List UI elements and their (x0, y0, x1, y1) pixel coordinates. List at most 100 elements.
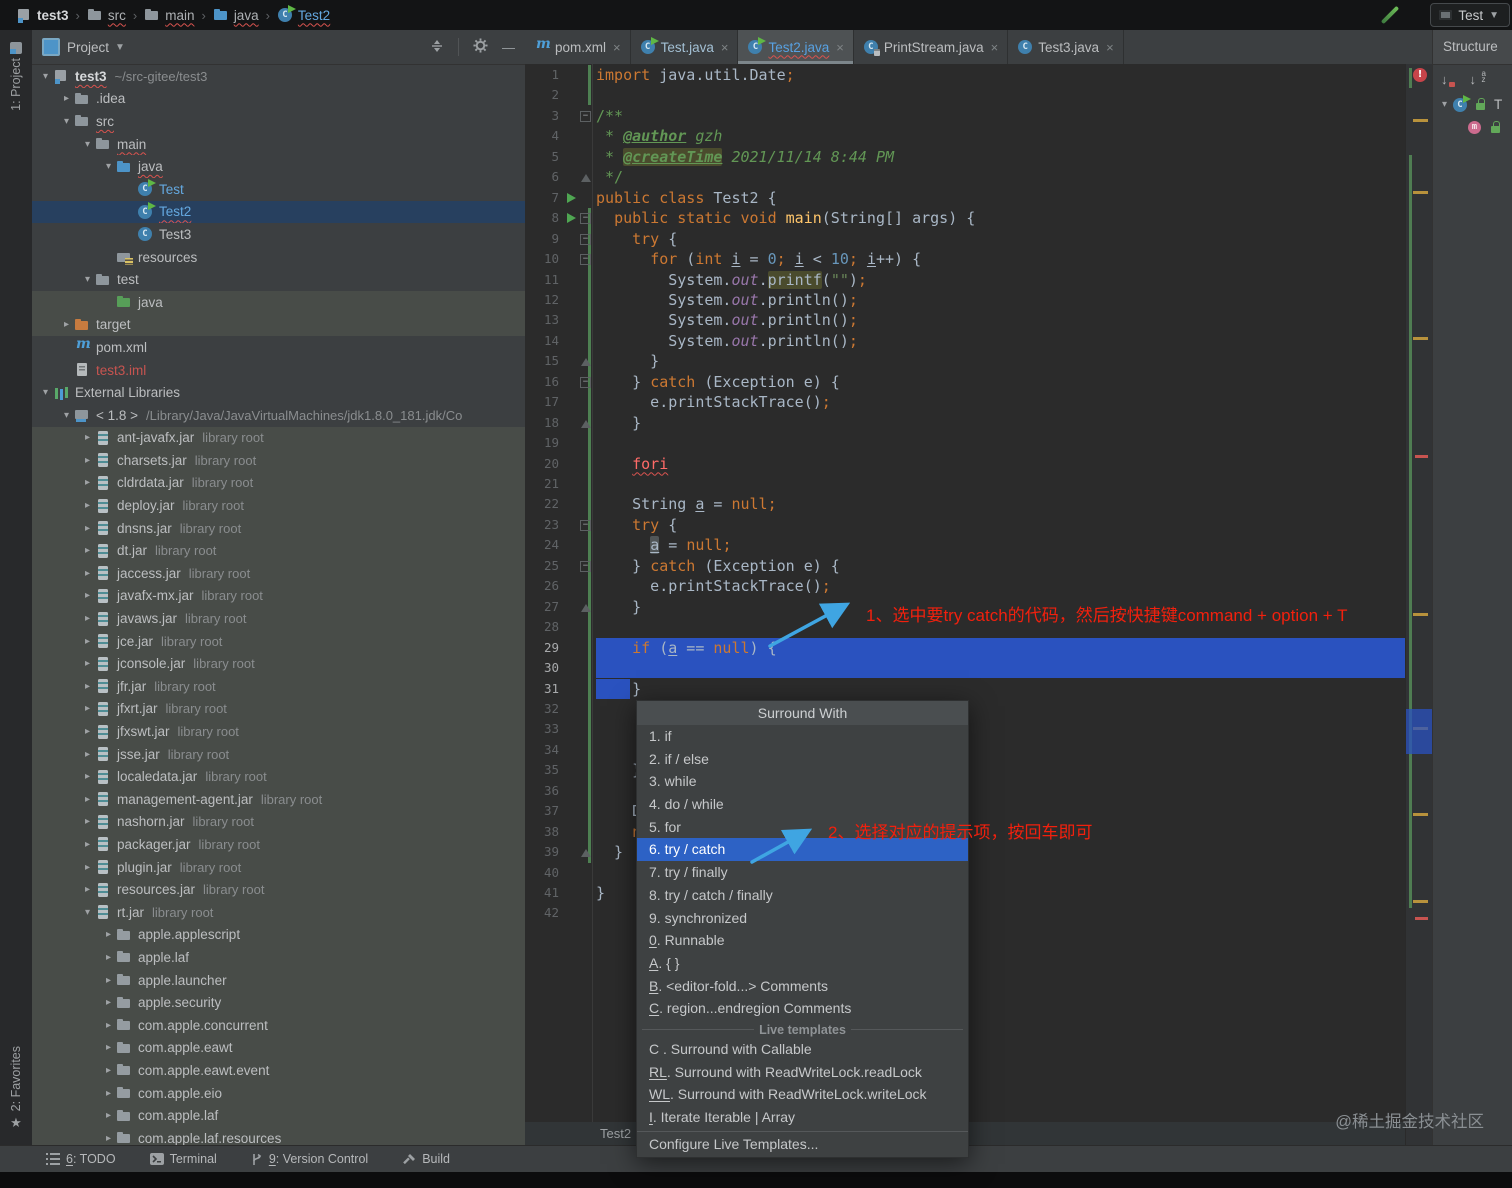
tree-row[interactable]: Test (32, 178, 525, 201)
tree-row[interactable]: ▸apple.laf (32, 946, 525, 969)
tree-row[interactable]: ▸charsets.jarlibrary root (32, 449, 525, 472)
hide-panel-icon[interactable]: — (502, 40, 515, 55)
marker-y[interactable] (1413, 613, 1428, 616)
marker-r[interactable] (1415, 917, 1428, 920)
code-line[interactable]: 1import java.util.Date; (525, 65, 1405, 85)
code-line[interactable]: 20 fori (525, 454, 1405, 474)
tree-row[interactable]: ▸jce.jarlibrary root (32, 630, 525, 653)
close-icon[interactable]: × (1106, 40, 1114, 55)
tree-row[interactable]: ▸ant-javafx.jarlibrary root (32, 427, 525, 450)
tab-pom.xml[interactable]: pom.xml× (525, 30, 631, 64)
marker-r[interactable] (1415, 455, 1428, 458)
marker-y[interactable] (1413, 191, 1428, 194)
popup-item[interactable]: 1. if (637, 725, 968, 748)
tree-row[interactable]: ▾java (32, 155, 525, 178)
breadcrumb-item[interactable]: Test2 (277, 7, 330, 23)
tree-row[interactable]: java (32, 291, 525, 314)
tree-row[interactable]: ▸javaws.jarlibrary root (32, 607, 525, 630)
popup-item[interactable]: 2. if / else (637, 748, 968, 771)
code-line[interactable]: 15 } (525, 351, 1405, 371)
tree-row[interactable]: ▸management-agent.jarlibrary root (32, 788, 525, 811)
code-line[interactable]: 14 System.out.println(); (525, 331, 1405, 351)
tree-row[interactable]: ▸com.apple.eawt (32, 1037, 525, 1060)
marker-g[interactable] (1409, 155, 1412, 908)
tree-row[interactable]: ▸dnsns.jarlibrary root (32, 517, 525, 540)
tab-Test3.java[interactable]: Test3.java× (1008, 30, 1123, 64)
tree-row[interactable]: ▸jsse.jarlibrary root (32, 743, 525, 766)
popup-item[interactable]: WL. Surround with ReadWriteLock.writeLoc… (637, 1083, 968, 1106)
code-line[interactable]: 21 (525, 474, 1405, 494)
code-line[interactable]: 26 e.printStackTrace(); (525, 576, 1405, 596)
tree-row[interactable]: ▾< 1.8 >/Library/Java/JavaVirtualMachine… (32, 404, 525, 427)
tree-row[interactable]: ▸apple.security (32, 991, 525, 1014)
tree-row[interactable]: test3.iml (32, 359, 525, 382)
popup-item[interactable]: 8. try / catch / finally (637, 884, 968, 907)
code-line[interactable]: 4 * @author gzh (525, 126, 1405, 146)
statusbar-item-build[interactable]: Build (402, 1152, 450, 1166)
code-line[interactable]: 24 a = null; (525, 535, 1405, 555)
popup-item[interactable]: 4. do / while (637, 793, 968, 816)
tree-row[interactable]: pom.xml (32, 336, 525, 359)
marker-y[interactable] (1413, 813, 1428, 816)
tree-row[interactable]: ▸cldrdata.jarlibrary root (32, 472, 525, 495)
code-line[interactable]: 23− try { (525, 515, 1405, 535)
sort-visibility-icon[interactable]: ↓ (1441, 72, 1448, 87)
tree-row[interactable]: ▸jfxrt.jarlibrary root (32, 698, 525, 721)
statusbar-item-terminal[interactable]: Terminal (150, 1152, 217, 1166)
tree-row[interactable]: ▸deploy.jarlibrary root (32, 494, 525, 517)
marker-y[interactable] (1413, 900, 1428, 903)
code-line[interactable]: 19 (525, 433, 1405, 453)
code-line[interactable]: 11 System.out.printf(""); (525, 270, 1405, 290)
popup-item[interactable]: RL. Surround with ReadWriteLock.readLock (637, 1061, 968, 1084)
tree-row[interactable]: ▸resources.jarlibrary root (32, 878, 525, 901)
close-icon[interactable]: × (721, 40, 729, 55)
tree-row[interactable]: ▸com.apple.eawt.event (32, 1059, 525, 1082)
configure-live-templates-item[interactable]: Configure Live Templates... (637, 1131, 968, 1157)
tool-button-project[interactable]: 1: Project (0, 38, 32, 111)
popup-item[interactable]: I. Iterate Iterable | Array (637, 1106, 968, 1129)
tree-row[interactable]: ▸packager.jarlibrary root (32, 833, 525, 856)
tree-row[interactable]: ▸dt.jarlibrary root (32, 539, 525, 562)
chevron-down-icon[interactable]: ▼ (115, 42, 125, 53)
sort-alpha-icon[interactable]: ↓az (1470, 72, 1477, 87)
tree-row[interactable]: ▾rt.jarlibrary root (32, 901, 525, 924)
project-panel-title[interactable]: Project (67, 40, 109, 55)
code-line[interactable]: 25− } catch (Exception e) { (525, 556, 1405, 576)
statusbar-item-versioncontrol[interactable]: 9: Version Control (251, 1152, 368, 1166)
code-line[interactable]: 2 (525, 85, 1405, 105)
chevron-expanded-icon[interactable]: ▾ (1437, 99, 1452, 110)
tree-row[interactable]: ▸com.apple.laf (32, 1104, 525, 1127)
tree-row[interactable]: resources (32, 246, 525, 269)
breadcrumb-item[interactable]: test3 (16, 7, 69, 23)
close-icon[interactable]: × (836, 40, 844, 55)
marker-g[interactable] (1409, 68, 1412, 88)
popup-item[interactable]: B. <editor-fold...> Comments (637, 975, 968, 998)
marker-strip[interactable]: ! (1405, 64, 1433, 1145)
error-indicator-icon[interactable]: ! (1413, 68, 1427, 82)
breadcrumb-item[interactable]: src (87, 7, 126, 23)
tool-button-favorites[interactable]: 2: Favorites ★ (0, 1046, 32, 1131)
code-line[interactable]: 7public class Test2 { (525, 188, 1405, 208)
tab-Test2.java[interactable]: Test2.java× (738, 30, 853, 64)
tree-row[interactable]: ▸jaccess.jarlibrary root (32, 562, 525, 585)
tree-row[interactable]: ▾External Libraries (32, 381, 525, 404)
tree-row[interactable]: ▸apple.launcher (32, 969, 525, 992)
code-line[interactable]: 12 System.out.println(); (525, 290, 1405, 310)
code-line[interactable]: 18 } (525, 413, 1405, 433)
marker-y[interactable] (1413, 337, 1428, 340)
tree-row[interactable]: ▾test (32, 268, 525, 291)
marker-y[interactable] (1413, 119, 1428, 122)
statusbar-item-todo[interactable]: 6: TODO (46, 1152, 116, 1166)
code-line[interactable]: 30 (525, 658, 1405, 678)
code-line[interactable]: 10− for (int i = 0; i < 10; i++) { (525, 249, 1405, 269)
code-line[interactable]: 5 * @createTime 2021/11/14 8:44 PM (525, 147, 1405, 167)
tree-row[interactable]: ▸com.apple.eio (32, 1082, 525, 1105)
tree-row[interactable]: ▸localedata.jarlibrary root (32, 765, 525, 788)
structure-panel-title[interactable]: Structure (1433, 30, 1512, 65)
gear-icon[interactable] (473, 38, 488, 56)
breadcrumb-item[interactable]: java (213, 7, 259, 23)
tree-row[interactable]: ▸.idea (32, 88, 525, 111)
code-line[interactable]: 22 String a = null; (525, 494, 1405, 514)
close-icon[interactable]: × (991, 40, 999, 55)
tree-row[interactable]: ▸jconsole.jarlibrary root (32, 652, 525, 675)
